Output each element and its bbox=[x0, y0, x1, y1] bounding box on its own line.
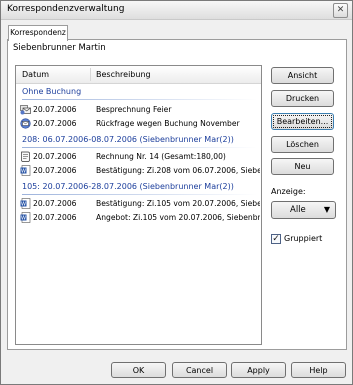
invoice-icon bbox=[21, 151, 30, 162]
bearbeiten-button[interactable]: Bearbeiten... bbox=[271, 113, 334, 130]
list-item[interactable]: 20.07.2006 Besprechnung Feier bbox=[20, 104, 260, 117]
gruppiert-checkbox[interactable]: ✓ bbox=[271, 234, 281, 244]
chevron-down-icon: ▼ bbox=[323, 205, 330, 214]
correspondence-list[interactable]: Datum Beschreibung Ohne Buchung 20.07.20… bbox=[15, 65, 262, 345]
window-title: Korrespondenzverwaltung bbox=[7, 4, 125, 14]
neu-button[interactable]: Neu bbox=[271, 158, 334, 175]
item-description: Bestätigung: Zi.105 vom 20.07.2006, Sieb… bbox=[96, 199, 260, 208]
list-item[interactable]: 20.07.2006 Rechnung Nr. 14 (Gesamt:180,0… bbox=[20, 151, 260, 164]
ansicht-button[interactable]: Ansicht bbox=[271, 67, 334, 84]
group-label: 208: 06.07.2006-08.07.2006 (Siebenbrunne… bbox=[22, 135, 234, 144]
help-button[interactable]: Help bbox=[291, 362, 346, 378]
item-date: 20.07.2006 bbox=[33, 119, 77, 128]
list-item[interactable]: 20.07.2006 Rückfrage wegen Buchung Novem… bbox=[20, 118, 260, 131]
item-description: Bestätigung: Zi.208 vom 06.07.2006, Sieb… bbox=[96, 166, 260, 175]
cancel-button[interactable]: Cancel bbox=[172, 362, 227, 378]
list-item[interactable]: W 20.07.2006 Bestätigung: Zi.208 vom 06.… bbox=[20, 165, 260, 178]
column-header-description[interactable]: Beschreibung bbox=[96, 70, 151, 79]
item-date: 20.07.2006 bbox=[33, 199, 77, 208]
tab-korrespondenz[interactable]: Korrespondenz bbox=[8, 25, 68, 41]
group-divider bbox=[22, 99, 257, 100]
column-header-date[interactable]: Datum bbox=[22, 70, 49, 79]
group-header-ohne-buchung[interactable]: Ohne Buchung bbox=[22, 86, 257, 100]
anzeige-label: Anzeige: bbox=[271, 187, 306, 196]
item-date: 20.07.2006 bbox=[33, 105, 77, 114]
owner-name: Siebenbrunner Martin bbox=[13, 43, 106, 53]
apply-button[interactable]: Apply bbox=[231, 362, 286, 378]
ok-button[interactable]: OK bbox=[111, 362, 166, 378]
title-bar: Korrespondenzverwaltung ✕ bbox=[1, 1, 352, 20]
list-item[interactable]: W 20.07.2006 Bestätigung: Zi.105 vom 20.… bbox=[20, 198, 260, 211]
group-header-105[interactable]: 105: 20.07.2006-28.07.2006 (Siebenbrunne… bbox=[22, 181, 257, 195]
column-separator[interactable] bbox=[90, 68, 91, 81]
item-description: Besprechnung Feier bbox=[96, 105, 172, 114]
close-icon[interactable]: ✕ bbox=[333, 3, 348, 18]
word-document-icon: W bbox=[20, 198, 31, 209]
svg-text:W: W bbox=[21, 215, 26, 221]
email-icon bbox=[20, 118, 31, 129]
item-date: 20.07.2006 bbox=[33, 166, 77, 175]
anzeige-dropdown[interactable]: Alle ▼ bbox=[271, 201, 336, 219]
item-date: 20.07.2006 bbox=[33, 213, 77, 222]
gruppiert-label[interactable]: Gruppiert bbox=[284, 234, 322, 243]
item-description: Angebot: Zi.105 vom 20.07.2006, Siebenbr bbox=[96, 213, 260, 222]
group-divider bbox=[22, 194, 257, 195]
list-item[interactable]: W 20.07.2006 Angebot: Zi.105 vom 20.07.2… bbox=[20, 212, 260, 225]
drucken-button[interactable]: Drucken bbox=[271, 90, 334, 107]
group-label: 105: 20.07.2006-28.07.2006 (Siebenbrunne… bbox=[22, 182, 234, 191]
group-divider bbox=[22, 147, 257, 148]
loeschen-button[interactable]: Löschen bbox=[271, 136, 334, 153]
group-label: Ohne Buchung bbox=[22, 87, 82, 96]
list-header: Datum Beschreibung bbox=[16, 66, 261, 84]
svg-text:W: W bbox=[21, 201, 26, 207]
item-description: Rechnung Nr. 14 (Gesamt:180,00) bbox=[96, 152, 226, 161]
group-header-208[interactable]: 208: 06.07.2006-08.07.2006 (Siebenbrunne… bbox=[22, 134, 257, 148]
dialog-window: Korrespondenzverwaltung ✕ Korrespondenz … bbox=[0, 0, 353, 385]
anzeige-selected-value: Alle bbox=[290, 205, 306, 215]
item-date: 20.07.2006 bbox=[33, 152, 77, 161]
word-document-icon: W bbox=[20, 165, 31, 176]
item-description: Rückfrage wegen Buchung November bbox=[96, 119, 240, 128]
envelopes-icon bbox=[20, 105, 31, 115]
svg-text:W: W bbox=[21, 168, 26, 174]
word-document-icon: W bbox=[20, 212, 31, 223]
